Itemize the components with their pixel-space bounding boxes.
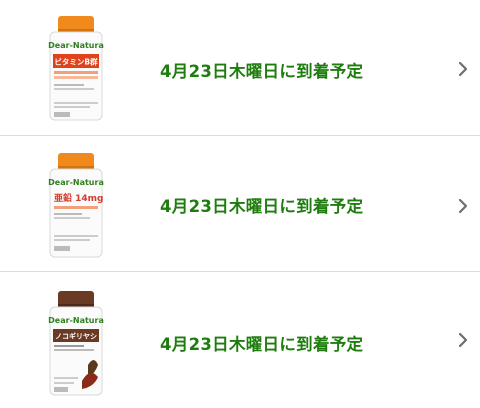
- order-item[interactable]: Dear-Natura ビタミンB群 4月23日木曜日に到着予定: [0, 0, 480, 134]
- delivery-date-text: 4月23日木曜日に到着予定: [160, 197, 364, 216]
- divider: [0, 135, 480, 136]
- product-brand-label: Dear-Natura: [48, 316, 104, 325]
- product-image: Dear-Natura ビタミンB群: [48, 16, 104, 121]
- delivery-date-text: 4月23日木曜日に到着予定: [160, 62, 364, 81]
- product-brand-label: Dear-Natura: [48, 41, 104, 50]
- chevron-right-icon: [458, 61, 468, 77]
- product-image: Dear-Natura 亜鉛 14mg: [48, 153, 104, 258]
- product-name-label: 亜鉛 14mg: [54, 192, 103, 204]
- product-name-label: ビタミンB群: [54, 57, 98, 67]
- product-name-label: ノコギリヤシ: [55, 332, 97, 341]
- product-brand-label: Dear-Natura: [48, 178, 104, 187]
- delivery-date-text: 4月23日木曜日に到着予定: [160, 335, 364, 354]
- order-item[interactable]: Dear-Natura ノコギリヤシ 4月23日木曜日に到着予定: [0, 273, 480, 407]
- product-image: Dear-Natura ノコギリヤシ: [48, 291, 104, 396]
- order-item[interactable]: Dear-Natura 亜鉛 14mg 4月23日木曜日に到着予定: [0, 137, 480, 271]
- chevron-right-icon: [458, 198, 468, 214]
- order-item-list: Dear-Natura ビタミンB群 4月23日木曜日に到着予定 Dear-Na…: [0, 0, 480, 408]
- chevron-right-icon: [458, 332, 468, 348]
- divider: [0, 271, 480, 272]
